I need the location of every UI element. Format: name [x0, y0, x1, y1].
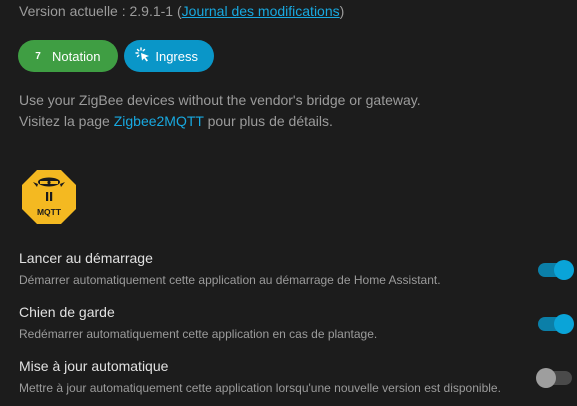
ingress-chip[interactable]: Ingress	[124, 40, 214, 72]
start-on-boot-toggle[interactable]	[538, 260, 576, 280]
auto-update-toggle[interactable]	[536, 368, 576, 388]
version-label: Version actuelle : 2.9.1-1 (	[19, 3, 182, 19]
toggle-knob	[554, 314, 574, 334]
version-text: Version actuelle : 2.9.1-1 (Journal des …	[19, 3, 344, 19]
option-start-on-boot: Lancer au démarrage Démarrer automatique…	[19, 249, 574, 287]
description-line-1: Use your ZigBee devices without the vend…	[19, 92, 421, 108]
changelog-link[interactable]: Journal des modifications	[182, 3, 340, 19]
option-title: Chien de garde	[19, 304, 115, 320]
zigbee2mqtt-logo-icon: MQTT	[22, 170, 76, 224]
watchdog-toggle[interactable]	[538, 314, 576, 334]
toggle-knob	[554, 260, 574, 280]
toggle-knob	[536, 368, 556, 388]
option-subtitle: Redémarrer automatiquement cette applica…	[19, 327, 378, 341]
addon-logo: MQTT	[21, 169, 77, 225]
option-subtitle: Mettre à jour automatiquement cette appl…	[19, 381, 501, 395]
option-title: Lancer au démarrage	[19, 250, 153, 266]
rating-chip[interactable]: 7 Notation	[18, 40, 118, 72]
description-prefix: Visitez la page	[19, 113, 114, 129]
rating-chip-label: Notation	[52, 48, 101, 64]
logo-text: MQTT	[37, 207, 62, 217]
version-suffix: )	[339, 3, 345, 19]
addon-description: Use your ZigBee devices without the vend…	[19, 90, 421, 132]
chips-row: 7 Notation Ingress	[18, 40, 214, 72]
addon-info-page: Version actuelle : 2.9.1-1 (Journal des …	[0, 0, 577, 406]
ingress-chip-label: Ingress	[155, 48, 198, 64]
cursor-click-icon	[134, 46, 151, 66]
zigbee2mqtt-link[interactable]: Zigbee2MQTT	[114, 113, 204, 129]
option-auto-update: Mise à jour automatique Mettre à jour au…	[19, 357, 572, 395]
option-watchdog: Chien de garde Redémarrer automatiquemen…	[19, 303, 574, 341]
option-subtitle: Démarrer automatiquement cette applicati…	[19, 273, 441, 287]
description-suffix: pour plus de détails.	[203, 113, 333, 129]
rating-badge-icon: 7	[35, 50, 41, 62]
option-title: Mise à jour automatique	[19, 358, 169, 374]
description-line-2: Visitez la page Zigbee2MQTT pour plus de…	[19, 111, 421, 132]
